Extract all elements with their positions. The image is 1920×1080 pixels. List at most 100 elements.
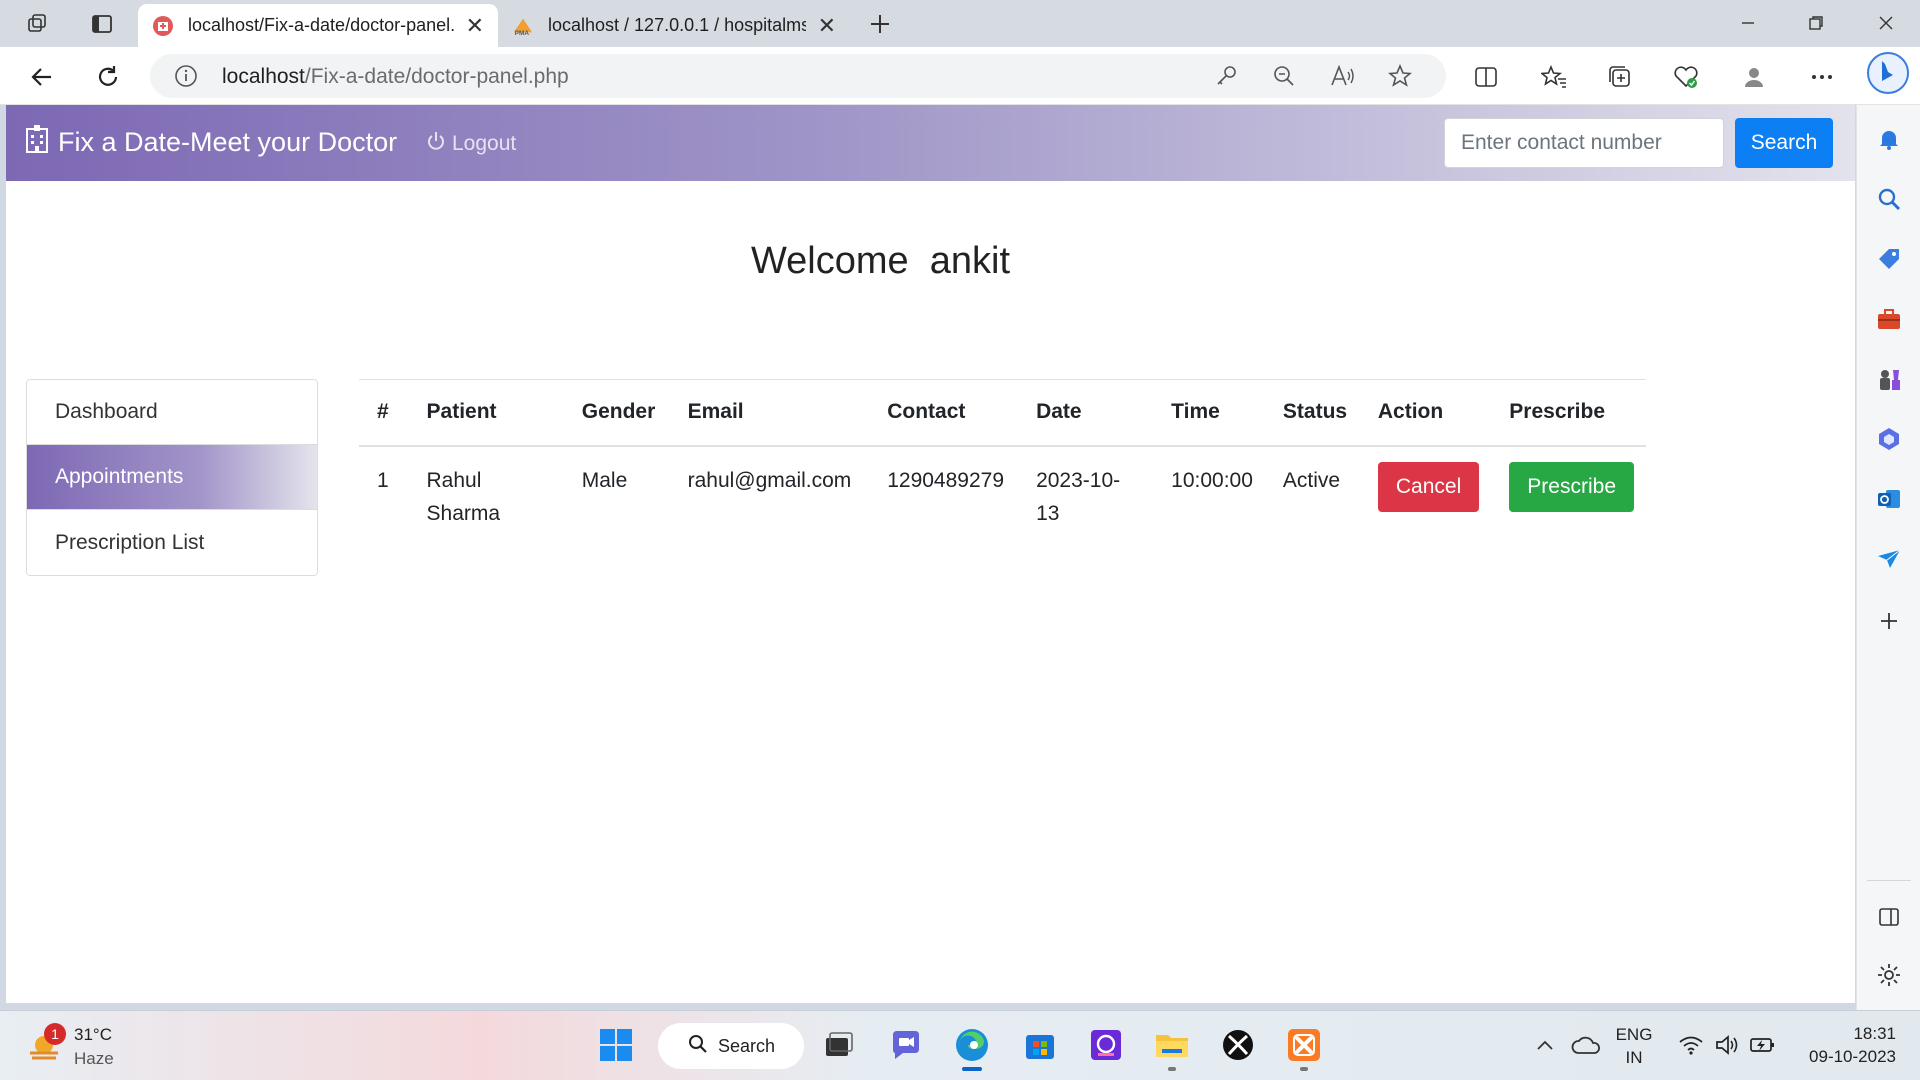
- send-drop-icon[interactable]: [1875, 545, 1903, 573]
- password-key-icon[interactable]: [1214, 64, 1238, 93]
- sidebar-divider: [1867, 880, 1911, 881]
- site-info-icon[interactable]: [174, 64, 198, 93]
- url-path: /Fix-a-date/doctor-panel.php: [304, 65, 569, 88]
- sidebar-search-icon[interactable]: [1875, 185, 1903, 213]
- volume-icon[interactable]: [1710, 1027, 1744, 1063]
- hide-sidebar-icon[interactable]: [1875, 903, 1903, 931]
- weather-desc: Haze: [74, 1049, 114, 1068]
- svg-text:PMA: PMA: [515, 30, 530, 37]
- language-code: ENG: [1615, 1025, 1653, 1044]
- sidebar-settings-gear-icon[interactable]: [1875, 961, 1903, 989]
- cancel-button[interactable]: Cancel: [1377, 461, 1480, 512]
- url-text: localhost/Fix-a-date/doctor-panel.php: [222, 65, 569, 89]
- appointment-date-text: 2023-10-13: [1036, 468, 1121, 525]
- logout-link[interactable]: Logout: [426, 131, 516, 157]
- teams-chat-icon[interactable]: [888, 1027, 924, 1063]
- brand-title: Fix a Date-Meet your Doctor: [58, 127, 398, 157]
- site-brand[interactable]: Fix a Date-Meet your Doctor: [26, 125, 397, 160]
- onedrive-cloud-icon[interactable]: [1566, 1027, 1606, 1063]
- column-header: Action: [1359, 379, 1492, 447]
- browser-toolbar: localhost/Fix-a-date/doctor-panel.php: [0, 47, 1920, 105]
- tab-actions-icon[interactable]: [88, 10, 116, 38]
- xampp-icon[interactable]: [1286, 1027, 1322, 1063]
- shopping-tag-icon[interactable]: [1875, 245, 1903, 273]
- browser-tab-phpmyadmin[interactable]: PMA localhost / 127.0.0.1 / hospitalms ✕: [498, 4, 850, 47]
- restore-icon[interactable]: [1796, 8, 1836, 38]
- microsoft-store-icon[interactable]: [1022, 1027, 1058, 1063]
- column-header: Patient: [408, 379, 564, 447]
- battery-charging-icon[interactable]: [1746, 1027, 1780, 1063]
- games-chess-icon[interactable]: [1875, 365, 1903, 393]
- explorer-running-indicator: [1168, 1067, 1176, 1071]
- browser-tab-doctor-panel[interactable]: localhost/Fix-a-date/doctor-panel.php ✕: [138, 4, 498, 47]
- prescribe-button[interactable]: Prescribe: [1509, 461, 1634, 512]
- xampp-running-indicator: [1300, 1067, 1308, 1071]
- read-aloud-icon[interactable]: [1330, 64, 1356, 93]
- action-cell: Cancel: [1360, 446, 1491, 547]
- screen-recorder-icon[interactable]: [1088, 1027, 1124, 1063]
- weather-badge: 1: [44, 1023, 66, 1045]
- collections-icon[interactable]: [1604, 61, 1636, 93]
- xbox-icon[interactable]: [1220, 1027, 1256, 1063]
- split-screen-icon[interactable]: [1470, 61, 1502, 93]
- browser-essentials-icon[interactable]: [1670, 61, 1702, 93]
- side-menu-prescription-list[interactable]: Prescription List: [27, 510, 317, 575]
- column-header: Contact: [869, 379, 1019, 447]
- close-tab-icon[interactable]: ✕: [818, 13, 836, 39]
- zoom-out-icon[interactable]: [1272, 64, 1296, 93]
- table-header-row: # Patient Gender Email Contact Date Time…: [359, 379, 1646, 447]
- language-indicator[interactable]: ENG IN: [1612, 1023, 1656, 1069]
- file-explorer-icon[interactable]: [1154, 1027, 1190, 1063]
- side-menu: Dashboard Appointments Prescription List: [26, 379, 318, 576]
- wifi-icon[interactable]: [1674, 1027, 1708, 1063]
- patient-gender: Male: [581, 468, 628, 492]
- phpmyadmin-favicon-icon: PMA: [512, 15, 534, 37]
- doctor-name: ankit: [929, 240, 1011, 282]
- workspaces-icon[interactable]: [24, 10, 52, 38]
- back-icon[interactable]: [26, 61, 58, 93]
- hospital-favicon-icon: [152, 15, 174, 37]
- patient-name: Rahul Sharma: [409, 446, 564, 547]
- more-menu-icon[interactable]: [1806, 61, 1838, 93]
- minimize-icon[interactable]: [1728, 8, 1768, 38]
- clock-time: 18:31: [1853, 1024, 1896, 1043]
- patient-name-text: Rahul Sharma: [426, 468, 501, 525]
- row-number: 1: [377, 468, 389, 492]
- appointment-time: 10:00:00: [1171, 468, 1253, 492]
- bing-copilot-icon[interactable]: [1866, 51, 1910, 95]
- side-menu-appointments[interactable]: Appointments: [27, 445, 317, 510]
- welcome-prefix: Welcome: [750, 240, 909, 282]
- notifications-bell-icon[interactable]: [1875, 125, 1903, 153]
- close-tab-icon[interactable]: ✕: [466, 13, 484, 39]
- refresh-icon[interactable]: [92, 61, 124, 93]
- column-header: Email: [669, 379, 870, 447]
- side-menu-dashboard[interactable]: Dashboard: [27, 380, 317, 445]
- table-row: 1 Rahul Sharma Male rahul@gmail.com 1290…: [359, 446, 1646, 547]
- favorite-star-icon[interactable]: [1387, 63, 1413, 93]
- show-hidden-icons-chevron-icon[interactable]: [1530, 1027, 1560, 1063]
- add-sidebar-app-icon[interactable]: [1875, 607, 1903, 635]
- edge-sidebar: [1856, 105, 1920, 1010]
- outlook-icon[interactable]: [1875, 485, 1903, 513]
- edge-browser-icon[interactable]: [954, 1027, 990, 1063]
- column-header: Prescribe: [1491, 379, 1646, 447]
- new-tab-icon[interactable]: [866, 10, 894, 38]
- profile-avatar-icon[interactable]: [1738, 61, 1770, 93]
- contact-search-input[interactable]: [1444, 118, 1724, 168]
- task-view-icon[interactable]: [820, 1027, 856, 1063]
- address-bar[interactable]: localhost/Fix-a-date/doctor-panel.php: [150, 54, 1446, 98]
- search-button[interactable]: Search: [1735, 118, 1833, 168]
- column-header: Date: [1018, 379, 1154, 447]
- taskbar-search[interactable]: Search: [658, 1023, 804, 1069]
- tools-briefcase-icon[interactable]: [1875, 305, 1903, 333]
- clock-date: 09-10-2023: [1809, 1047, 1896, 1066]
- close-window-icon[interactable]: [1866, 8, 1906, 38]
- appointment-status: Active: [1282, 468, 1341, 492]
- microsoft-365-icon[interactable]: [1875, 425, 1903, 453]
- weather-widget[interactable]: 1 31°C Haze: [26, 1023, 114, 1071]
- windows-start-icon[interactable]: [598, 1027, 634, 1063]
- favorites-icon[interactable]: [1538, 61, 1570, 93]
- site-navbar: Fix a Date-Meet your Doctor Logout Searc…: [6, 105, 1855, 181]
- weather-haze-icon: 1: [26, 1023, 66, 1065]
- clock[interactable]: 18:31 09-10-2023: [1796, 1022, 1896, 1068]
